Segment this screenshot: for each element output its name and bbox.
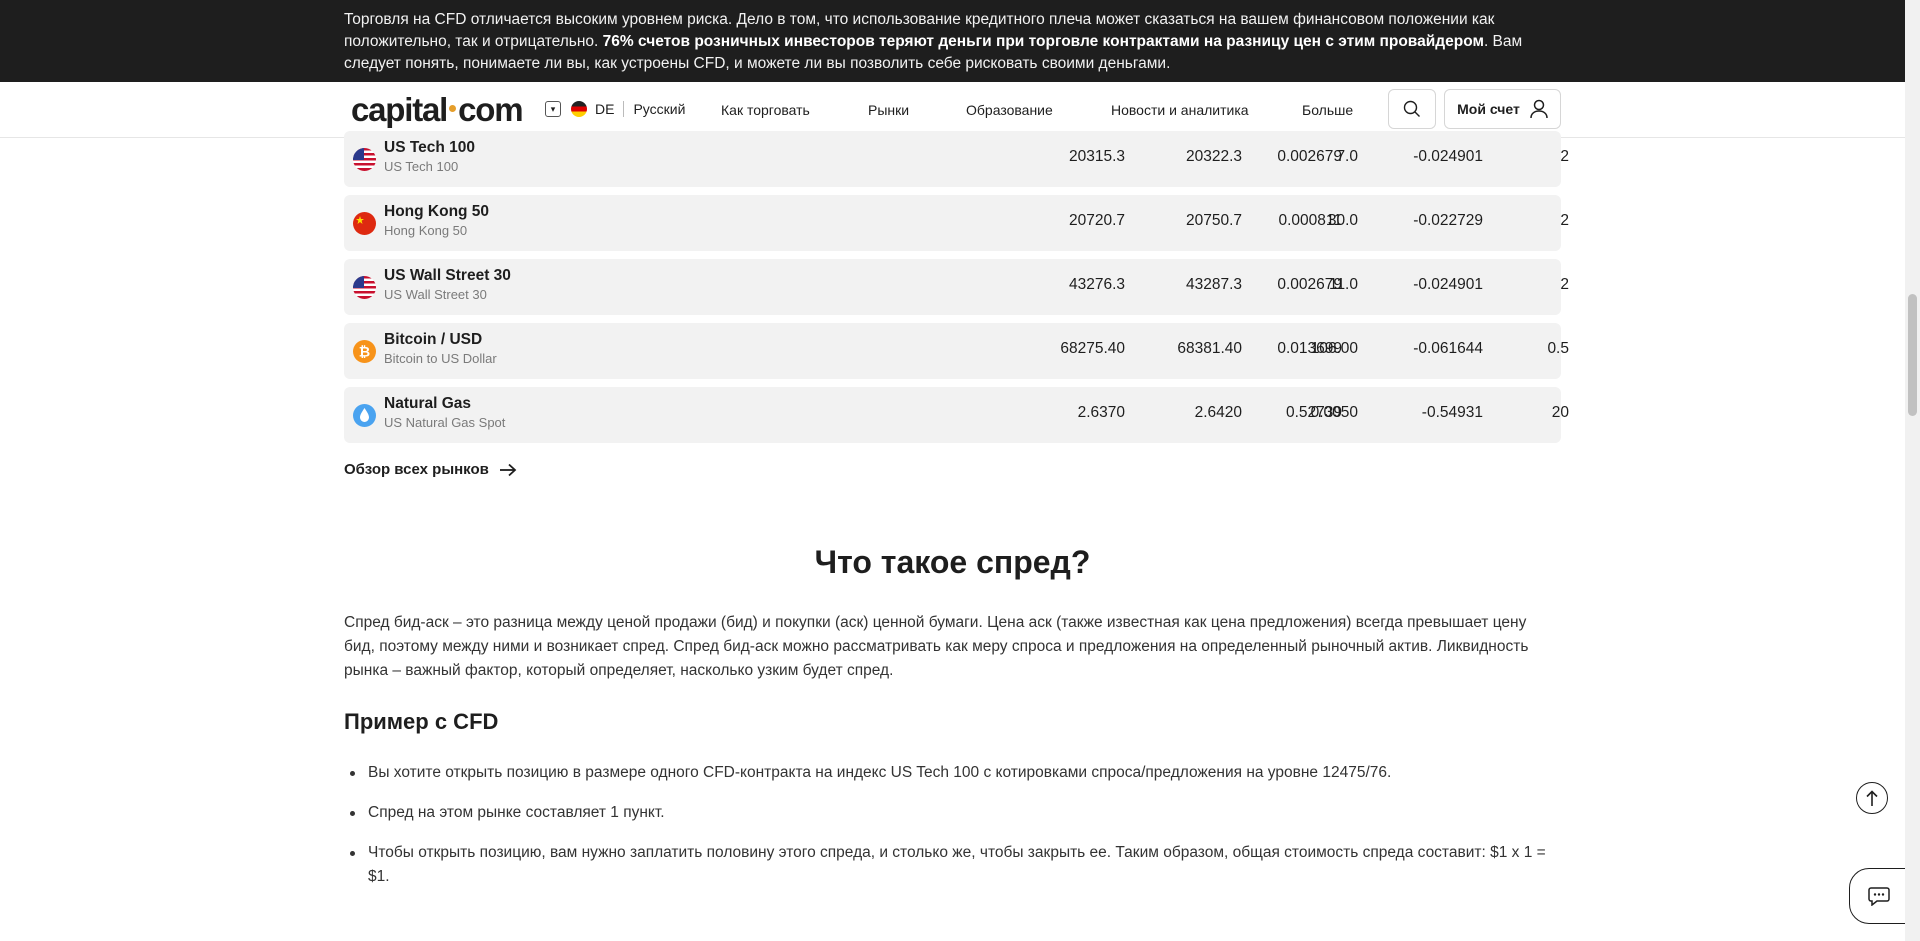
sell-price: 20720.7: [1068, 212, 1125, 229]
market-subtitle: Hong Kong 50: [384, 223, 468, 238]
language-selector[interactable]: ▾ DE Русский: [545, 101, 685, 117]
overnight-long: -0.54931: [1421, 404, 1483, 421]
user-icon: [1530, 99, 1548, 119]
overnight-long: -0.061644: [1413, 340, 1483, 357]
list-item: Вы хотите открыть позицию в размере одно…: [344, 761, 1561, 785]
capital-com-logo[interactable]: capital com: [351, 92, 524, 128]
us-flag-icon: [353, 148, 376, 171]
example-list: Вы хотите открыть позицию в размере одно…: [344, 761, 1561, 905]
china-flag-icon: [353, 212, 376, 235]
market-name: Bitcoin / USD: [384, 331, 483, 348]
site-header: capital com ▾ DE Русский Как торговать Ры…: [0, 82, 1905, 138]
nav-markets[interactable]: Рынки: [868, 102, 909, 118]
chevron-down-icon: ▾: [545, 101, 561, 117]
svg-text:₿: ₿: [359, 345, 370, 361]
nav-how-to-trade[interactable]: Как торговать: [721, 102, 810, 118]
overnight-long: -0.024901: [1413, 148, 1483, 165]
nav-more[interactable]: Больше: [1302, 102, 1353, 118]
list-item: Чтобы открыть позицию, вам нужно заплати…: [344, 841, 1561, 889]
nav-education[interactable]: Образование: [966, 102, 1053, 118]
search-button[interactable]: [1388, 89, 1436, 129]
scrollbar-thumb[interactable]: [1908, 294, 1917, 416]
arrow-up-icon: [1866, 790, 1878, 806]
sell-price: 20315.3: [1068, 148, 1125, 165]
nav-news-analysis[interactable]: Новости и аналитика: [1111, 102, 1249, 118]
market-subtitle: US Wall Street 30: [384, 287, 487, 302]
bitcoin-icon: ₿: [353, 340, 376, 363]
us-flag-icon: [353, 276, 376, 299]
market-name: Hong Kong 50: [384, 203, 490, 220]
market-name: US Tech 100: [384, 139, 476, 156]
list-item: Спред на этом рынке составляет 1 пункт.: [344, 801, 1561, 825]
page-scrollbar[interactable]: [1905, 0, 1920, 941]
margin-value: 2: [1560, 212, 1569, 229]
margin-value: 20: [1551, 404, 1569, 421]
section-paragraph: Спред бид-аск – это разница между ценой …: [344, 614, 1529, 679]
sell-price: 68275.40: [1060, 340, 1125, 357]
country-code: DE: [595, 101, 615, 117]
my-account-label: Мой счет: [1457, 101, 1520, 117]
chat-icon: [1868, 887, 1890, 906]
buy-price: 68381.40: [1177, 340, 1242, 357]
gas-drop-icon: [353, 404, 376, 427]
buy-price: 2.6420: [1194, 404, 1242, 421]
overnight-short: 0.013699: [1277, 340, 1342, 357]
market-row[interactable]: ₿ Bitcoin / USD Bitcoin to US Dollar 682…: [344, 323, 1569, 379]
risk-warning-banner: Торговля на CFD отличается высоким уровн…: [0, 0, 1905, 82]
all-markets-link[interactable]: Обзор всех рынков: [344, 461, 517, 478]
scroll-to-top-button[interactable]: [1856, 782, 1888, 814]
example-title: Пример с CFD: [344, 709, 499, 734]
market-subtitle: Bitcoin to US Dollar: [384, 351, 497, 366]
market-name: US Wall Street 30: [384, 267, 511, 284]
buy-price: 20322.3: [1185, 148, 1242, 165]
buy-price: 43287.3: [1185, 276, 1242, 293]
overnight-short: 0.002679: [1277, 148, 1342, 165]
overnight-short: 0.52739: [1285, 404, 1342, 421]
overnight-long: -0.022729: [1413, 212, 1483, 229]
market-row[interactable]: US Wall Street 30 US Wall Street 30 4327…: [344, 259, 1569, 315]
risk-warning-text: Торговля на CFD отличается высоким уровн…: [344, 11, 1523, 72]
market-row[interactable]: Hong Kong 50 Hong Kong 50 20720.7 20750.…: [344, 195, 1569, 251]
section-title: Что такое спред?: [814, 544, 1091, 580]
market-name: Natural Gas: [384, 395, 472, 412]
language-label: Русский: [633, 101, 686, 117]
market-subtitle: US Tech 100: [384, 159, 459, 174]
margin-value: 2: [1560, 148, 1569, 165]
sell-price: 43276.3: [1068, 276, 1125, 293]
search-icon: [1403, 100, 1420, 117]
arrow-right-icon: [499, 463, 517, 476]
margin-value: 2: [1560, 276, 1569, 293]
margin-value: 0.5: [1547, 340, 1569, 357]
sell-price: 2.6370: [1077, 404, 1125, 421]
chat-button[interactable]: [1849, 868, 1909, 924]
all-markets-label: Обзор всех рынков: [344, 461, 489, 478]
overnight-long: -0.024901: [1413, 276, 1483, 293]
market-row[interactable]: US Tech 100 US Tech 100 20315.3 20322.3 …: [344, 131, 1569, 187]
germany-flag-icon: [571, 101, 587, 117]
buy-price: 20750.7: [1185, 212, 1242, 229]
overnight-short: 0.002679: [1277, 276, 1342, 293]
market-row[interactable]: Natural Gas US Natural Gas Spot 2.6370 2…: [344, 387, 1569, 443]
market-subtitle: US Natural Gas Spot: [384, 415, 506, 430]
overnight-short: 0.000811: [1278, 212, 1343, 229]
my-account-button[interactable]: Мой счет: [1444, 89, 1561, 129]
